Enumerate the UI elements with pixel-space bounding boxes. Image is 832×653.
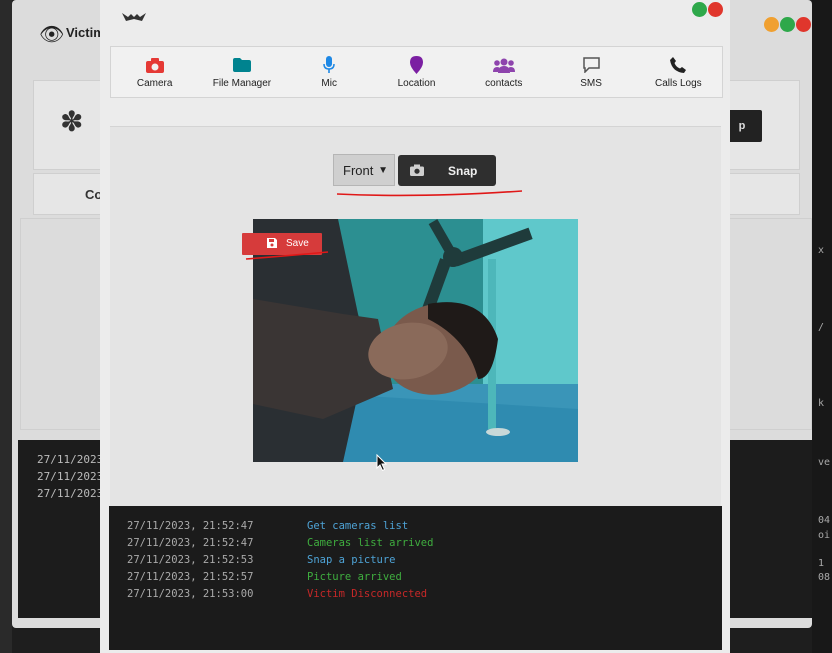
- log-message: Snap a picture: [307, 554, 396, 566]
- log-row: 27/11/2023, 21:52:53 Snap a picture: [127, 554, 396, 566]
- log-row: 27/11/2023, 21:52:57 Picture arrived: [127, 571, 402, 583]
- log-message: Picture arrived: [307, 571, 402, 583]
- mouse-cursor-icon: [376, 454, 388, 472]
- log-message: Get cameras list: [307, 520, 409, 532]
- log-timestamp: 27/11/2023, 21:53:00: [127, 588, 254, 600]
- log-row: 27/11/2023, 21:52:47 Get cameras list: [127, 520, 408, 532]
- log-message: Victim Disconnected: [307, 588, 428, 600]
- log-row: 27/11/2023, 21:53:00 Victim Disconnected: [127, 588, 427, 600]
- log-timestamp: 27/11/2023, 21:52:47: [127, 520, 254, 532]
- log-message: Cameras list arrived: [307, 537, 434, 549]
- log-timestamp: 27/11/2023, 21:52:53: [127, 554, 254, 566]
- log-timestamp: 27/11/2023, 21:52:47: [127, 537, 254, 549]
- event-log: 27/11/2023, 21:52:47 Get cameras list 27/…: [109, 506, 722, 650]
- log-row: 27/11/2023, 21:52:47 Cameras list arrived: [127, 537, 433, 549]
- log-timestamp: 27/11/2023, 21:52:57: [127, 571, 254, 583]
